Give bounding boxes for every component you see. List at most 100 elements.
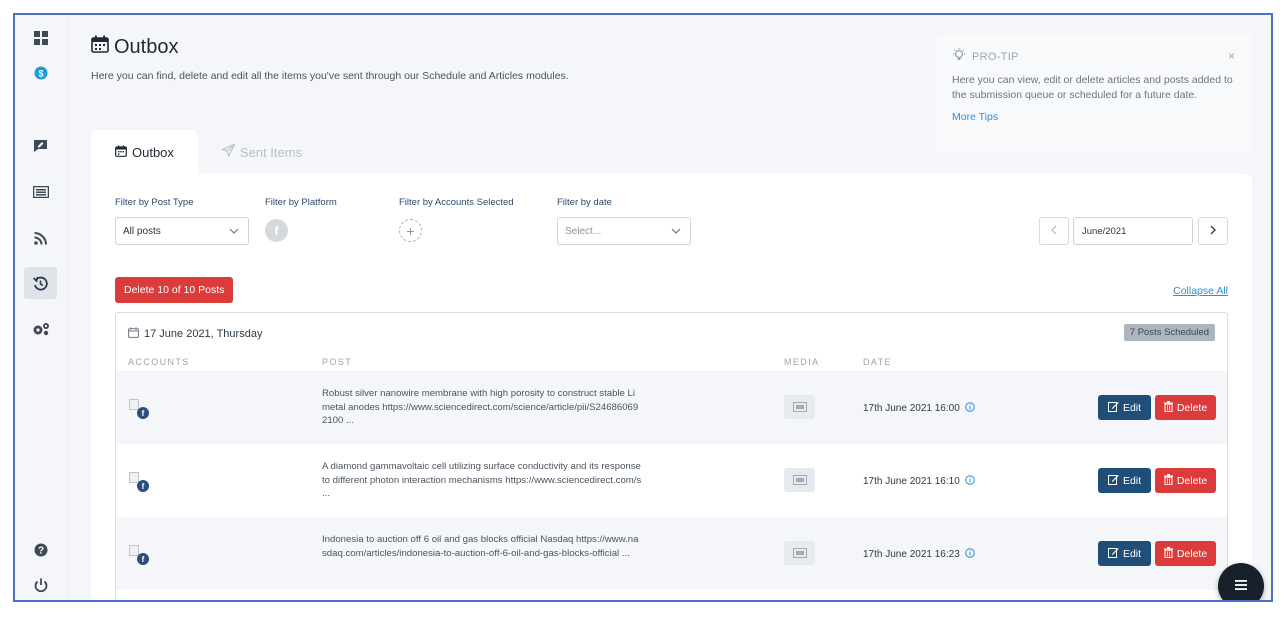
filter-post-type-label: Filter by Post Type: [115, 197, 194, 208]
post-date-text: 17th June 2021 16:10: [863, 476, 960, 487]
edit-label: Edit: [1122, 401, 1142, 414]
sidebar: $ ?: [15, 15, 68, 600]
post-date-text: 17th June 2021 16:00: [863, 403, 960, 414]
tab-sent-items[interactable]: Sent Items: [198, 130, 326, 174]
delete-button[interactable]: Delete: [1155, 541, 1216, 566]
facebook-icon: f: [137, 407, 149, 419]
brand-icon[interactable]: $: [24, 57, 57, 89]
rss-icon[interactable]: [24, 222, 57, 254]
trash-icon: [1163, 400, 1173, 415]
post-text: Indonesia to auction off 6 oil and gas b…: [322, 534, 639, 559]
history-icon[interactable]: [24, 267, 57, 299]
edit-icon: [1107, 474, 1119, 488]
protip-heading-text: PRO-TIP: [972, 50, 1019, 63]
edit-button[interactable]: Edit: [1098, 541, 1151, 566]
filter-date-label: Filter by date: [557, 197, 612, 208]
post-text: Robust silver nanowire membrane with hig…: [322, 388, 639, 427]
calendar-icon: [91, 35, 109, 59]
edit-icon: [1107, 547, 1119, 561]
date-group: 17 June 2021, Thursday 7 Posts Scheduled…: [115, 312, 1228, 600]
edit-icon: [1107, 401, 1119, 415]
collapse-all-link[interactable]: Collapse All: [1173, 285, 1228, 297]
image-placeholder-icon: [784, 541, 815, 565]
info-icon[interactable]: [964, 475, 975, 488]
post-date: 17th June 2021 16:23: [863, 548, 975, 561]
add-account-button[interactable]: +: [399, 219, 422, 242]
close-icon[interactable]: ×: [1228, 49, 1235, 63]
paper-plane-icon: [220, 143, 236, 160]
image-placeholder-icon: [784, 395, 815, 419]
info-icon[interactable]: [964, 548, 975, 561]
main-content: Outbox Here you can find, delete and edi…: [69, 15, 1271, 600]
help-icon[interactable]: ?: [24, 534, 57, 566]
chevron-down-icon: [671, 226, 681, 239]
chevron-down-icon: [229, 226, 239, 239]
page-title-text: Outbox: [114, 35, 179, 58]
delete-button[interactable]: Delete: [1155, 468, 1216, 493]
lightbulb-icon: [952, 48, 966, 65]
tab-sent-items-label: Sent Items: [239, 144, 303, 160]
delete-button[interactable]: Delete: [1155, 395, 1216, 420]
image-placeholder-icon: [784, 468, 815, 492]
account-avatar: f: [129, 399, 151, 419]
edit-button[interactable]: Edit: [1098, 468, 1151, 493]
facebook-icon: f: [137, 480, 149, 492]
chevron-right-icon: [1209, 222, 1217, 240]
outbox-panel: Filter by Post Type All posts Filter by …: [91, 174, 1252, 600]
panel-body: Filter by Post Type All posts Filter by …: [115, 174, 1228, 600]
tab-bar: Outbox Sent Items: [91, 130, 326, 174]
settings-icon[interactable]: [24, 313, 57, 345]
group-date-text: 17 June 2021, Thursday: [144, 328, 263, 340]
more-tips-link[interactable]: More Tips: [952, 111, 1236, 123]
filter-accounts-label: Filter by Accounts Selected: [399, 197, 514, 208]
trash-icon: [1163, 546, 1173, 561]
column-header-accounts: ACCOUNTS: [128, 357, 190, 367]
facebook-icon[interactable]: f: [265, 219, 288, 242]
edit-button[interactable]: Edit: [1098, 395, 1151, 420]
edit-label: Edit: [1122, 474, 1142, 487]
svg-text:$: $: [38, 69, 43, 79]
protip-heading: PRO-TIP: [952, 48, 1236, 65]
next-month-button[interactable]: [1198, 217, 1228, 245]
post-type-select[interactable]: All posts: [115, 217, 249, 245]
calendar-icon: [128, 327, 139, 341]
articles-icon[interactable]: [24, 176, 57, 208]
page-title: Outbox: [91, 35, 178, 59]
column-header-post: POST: [322, 357, 353, 367]
group-date-header[interactable]: 17 June 2021, Thursday: [128, 327, 262, 341]
dashboard-icon[interactable]: [24, 22, 57, 54]
facebook-icon: f: [137, 553, 149, 565]
account-avatar: f: [129, 472, 151, 492]
svg-text:?: ?: [37, 546, 43, 557]
hamburger-icon: [1235, 577, 1247, 595]
trash-icon: [1163, 473, 1173, 488]
post-type-value: All posts: [123, 225, 161, 237]
table-row: f Robust silver nanowire membrane with h…: [116, 371, 1227, 444]
page-description: Here you can find, delete and edit all t…: [91, 70, 569, 82]
delete-label: Delete: [1176, 547, 1208, 560]
prev-month-button[interactable]: [1039, 217, 1069, 245]
post-date: 17th June 2021 16:10: [863, 475, 975, 488]
date-filter-select[interactable]: Select...: [557, 217, 691, 245]
account-avatar: f: [129, 545, 151, 565]
scheduled-count-badge: 7 Posts Scheduled: [1123, 324, 1215, 341]
tab-outbox[interactable]: Outbox: [91, 130, 198, 174]
delete-label: Delete: [1176, 474, 1208, 487]
filter-platform-label: Filter by Platform: [265, 197, 337, 208]
date-filter-placeholder: Select...: [565, 225, 602, 237]
post-date: 17th June 2021 16:00: [863, 402, 975, 415]
menu-fab-button[interactable]: [1218, 563, 1264, 600]
info-icon[interactable]: [964, 402, 975, 415]
delete-label: Delete: [1176, 401, 1208, 414]
post-date-text: 17th June 2021 16:23: [863, 549, 960, 560]
compose-icon[interactable]: [24, 130, 57, 162]
chevron-left-icon: [1050, 222, 1058, 240]
tab-outbox-label: Outbox: [132, 144, 174, 160]
column-header-date: DATE: [863, 357, 892, 367]
delete-all-button[interactable]: Delete 10 of 10 Posts: [115, 277, 234, 303]
edit-label: Edit: [1122, 547, 1142, 560]
month-input[interactable]: June/2021: [1073, 217, 1193, 245]
power-icon[interactable]: [24, 569, 57, 600]
calendar-icon: [115, 144, 127, 160]
table-row: f Indonesia to auction off 6 oil and gas…: [116, 517, 1227, 590]
